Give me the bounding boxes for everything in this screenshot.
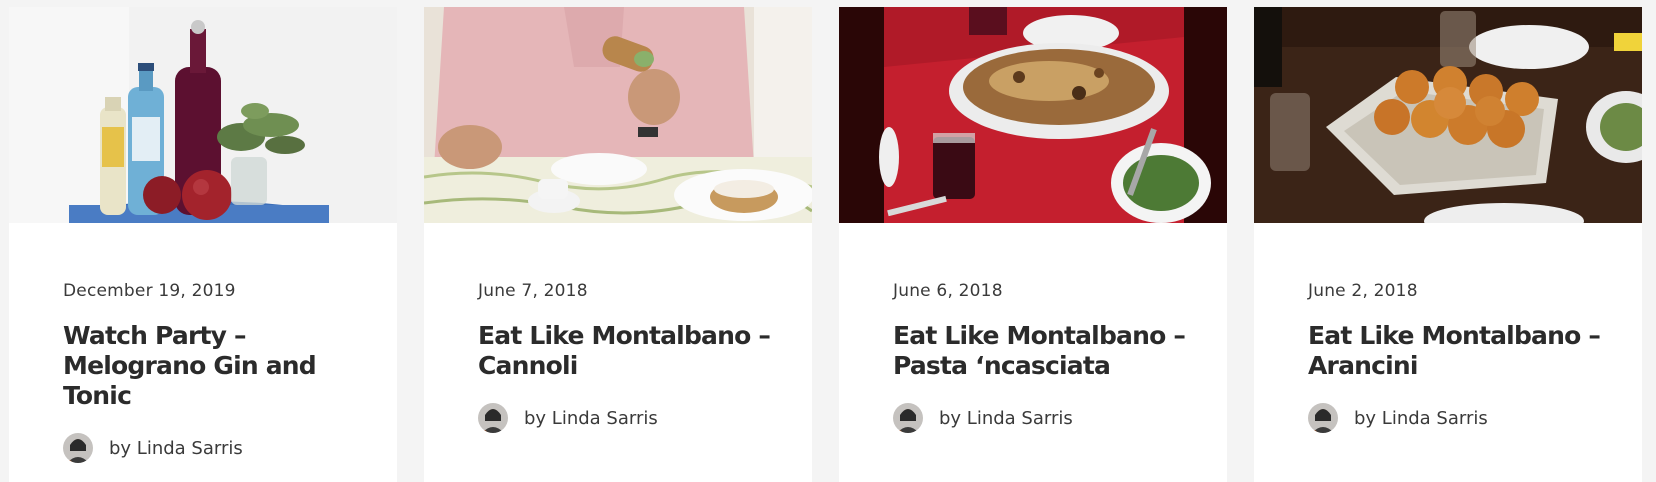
post-thumbnail-cannoli[interactable] bbox=[424, 7, 812, 223]
author-name: by Linda Sarris bbox=[1354, 407, 1488, 429]
post-title[interactable]: Eat Like Montalbano – Pasta ‘ncasciata bbox=[893, 321, 1187, 381]
author-name: by Linda Sarris bbox=[109, 437, 243, 459]
author-name: by Linda Sarris bbox=[939, 407, 1073, 429]
post-author[interactable]: by Linda Sarris bbox=[893, 403, 1187, 433]
post-author[interactable]: by Linda Sarris bbox=[478, 403, 772, 433]
post-card[interactable]: June 7, 2018 Eat Like Montalbano – Canno… bbox=[424, 7, 812, 482]
author-avatar bbox=[893, 403, 923, 433]
author-name: by Linda Sarris bbox=[524, 407, 658, 429]
post-title[interactable]: Eat Like Montalbano – Cannoli bbox=[478, 321, 772, 381]
post-author[interactable]: by Linda Sarris bbox=[63, 433, 357, 463]
post-grid: December 19, 2019 Watch Party – Melogran… bbox=[9, 7, 1645, 482]
author-avatar bbox=[63, 433, 93, 463]
post-meta: June 7, 2018 Eat Like Montalbano – Canno… bbox=[478, 281, 772, 433]
post-date: June 2, 2018 bbox=[1308, 281, 1418, 301]
post-card[interactable]: June 2, 2018 Eat Like Montalbano – Aranc… bbox=[1254, 7, 1642, 482]
post-date: June 7, 2018 bbox=[478, 281, 588, 301]
post-title[interactable]: Watch Party – Melograno Gin and Tonic bbox=[63, 321, 357, 411]
post-thumbnail-gin-tonic[interactable] bbox=[9, 7, 397, 223]
post-date: December 19, 2019 bbox=[63, 281, 236, 301]
post-card[interactable]: December 19, 2019 Watch Party – Melogran… bbox=[9, 7, 397, 482]
post-thumbnail-pasta[interactable] bbox=[839, 7, 1227, 223]
author-avatar bbox=[1308, 403, 1338, 433]
post-date: June 6, 2018 bbox=[893, 281, 1003, 301]
post-title[interactable]: Eat Like Montalbano – Arancini bbox=[1308, 321, 1602, 381]
author-avatar bbox=[478, 403, 508, 433]
post-meta: June 2, 2018 Eat Like Montalbano – Aranc… bbox=[1308, 281, 1602, 433]
post-card[interactable]: June 6, 2018 Eat Like Montalbano – Pasta… bbox=[839, 7, 1227, 482]
post-author[interactable]: by Linda Sarris bbox=[1308, 403, 1602, 433]
post-meta: December 19, 2019 Watch Party – Melogran… bbox=[63, 281, 357, 463]
post-meta: June 6, 2018 Eat Like Montalbano – Pasta… bbox=[893, 281, 1187, 433]
post-thumbnail-arancini[interactable] bbox=[1254, 7, 1642, 223]
